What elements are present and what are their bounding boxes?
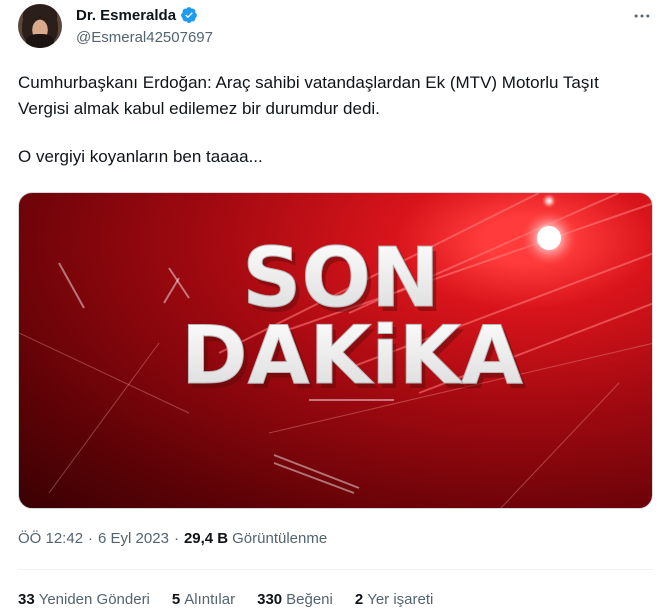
bookmarks-stat[interactable]: 2 Yer işareti [355, 591, 434, 608]
tweet-media-image[interactable]: SON SON DAKiKA DAKiKA [18, 192, 653, 509]
quotes-count: 5 [171, 591, 181, 608]
tweet-text: Cumhurbaşkanı Erdoğan: Araç sahibi vatan… [18, 70, 648, 170]
verified-badge-icon[interactable] [180, 6, 198, 24]
more-horizontal-icon[interactable] [630, 4, 654, 28]
author-avatar[interactable] [18, 4, 62, 48]
tweet-stats: 33 Yeniden Gönderi 5 Alıntılar 330 Beğen… [18, 591, 455, 608]
bookmarks-label: Yer işareti [367, 591, 434, 608]
quotes-stat[interactable]: 5 Alıntılar [172, 591, 235, 608]
divider [18, 569, 653, 570]
author-handle[interactable]: @Esmeral42507697 [76, 29, 213, 46]
tweet-text-line1: Cumhurbaşkanı Erdoğan: Araç sahibi vatan… [18, 73, 599, 118]
tweet-text-line2: O vergiyi koyanların ben taaaa... [18, 147, 263, 166]
tweet-meta: ÖÖ 12:42 · 6 Eyl 2023 · 29,4 B Görüntüle… [18, 530, 327, 547]
tweet-date[interactable]: 6 Eyl 2023 [98, 530, 169, 547]
meta-separator-1: · [88, 530, 94, 547]
son-dakika-graphic: SON SON DAKiKA DAKiKA [19, 193, 652, 508]
retweets-stat[interactable]: 33 Yeniden Gönderi [18, 591, 150, 608]
author-display-name[interactable]: Dr. Esmeralda [76, 7, 176, 24]
meta-separator-2: · [173, 530, 179, 547]
name-row: Dr. Esmeralda [76, 6, 198, 24]
tweet-time[interactable]: ÖÖ 12:42 [18, 530, 83, 547]
retweets-count: 33 [18, 591, 35, 608]
likes-label: Beğeni [286, 591, 333, 608]
retweets-label: Yeniden Gönderi [38, 591, 150, 608]
headline-bottom: DAKiKA [181, 309, 523, 402]
avatar-body [26, 34, 54, 48]
bookmarks-count: 2 [354, 591, 364, 608]
tweet-header: Dr. Esmeralda @Esmeral42507697 [18, 4, 658, 54]
views-count[interactable]: 29,4 B [184, 530, 228, 547]
likes-stat[interactable]: 330 Beğeni [257, 591, 333, 608]
quotes-label: Alıntılar [184, 591, 236, 608]
likes-count: 330 [257, 591, 283, 608]
views-label: Görüntülenme [232, 530, 328, 547]
